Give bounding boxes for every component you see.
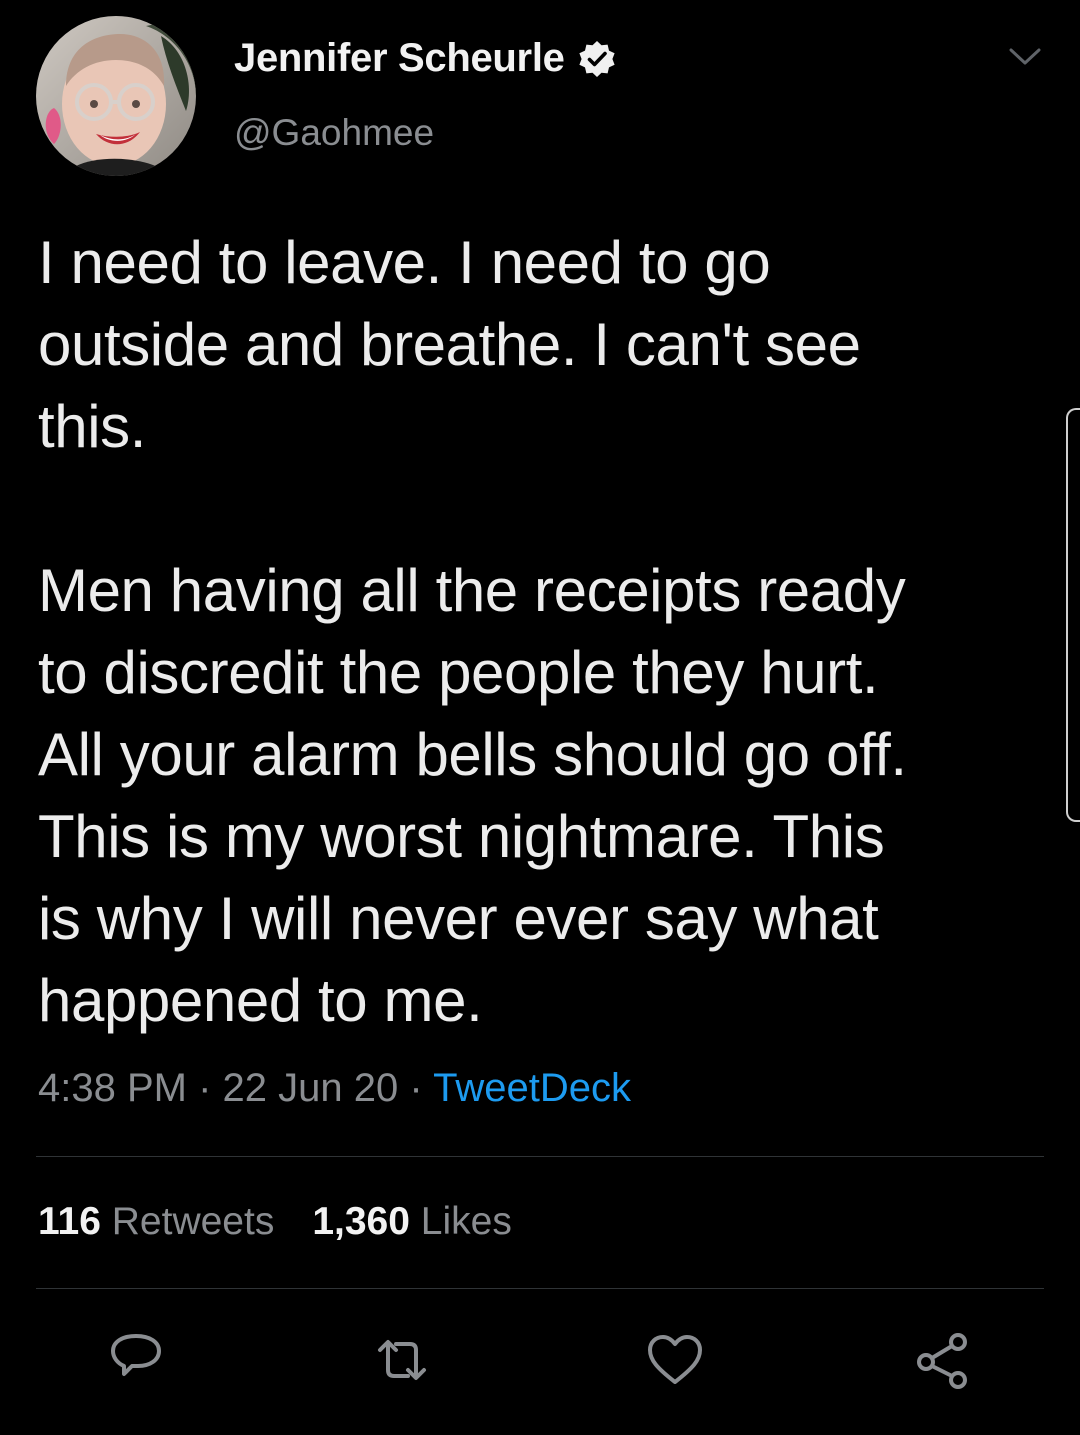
tweet-text: I need to leave. I need to go outside an… xyxy=(38,229,907,1034)
likes-label: Likes xyxy=(420,1200,512,1243)
meta-separator: · xyxy=(409,1066,423,1110)
display-name[interactable]: Jennifer Scheurle xyxy=(234,36,565,81)
likes-stat[interactable]: 1,360 Likes xyxy=(312,1200,512,1243)
chevron-down-icon[interactable] xyxy=(1008,46,1042,68)
divider xyxy=(36,1288,1044,1289)
retweets-label: Retweets xyxy=(111,1200,275,1243)
like-icon[interactable] xyxy=(645,1330,705,1390)
share-icon[interactable] xyxy=(912,1330,972,1390)
retweets-count: 116 xyxy=(38,1200,101,1243)
action-bar xyxy=(0,1330,1080,1400)
reply-icon[interactable] xyxy=(106,1330,166,1390)
verified-badge-icon xyxy=(578,40,615,77)
avatar[interactable] xyxy=(36,16,196,176)
scrollbar-thumb[interactable] xyxy=(1066,408,1080,822)
meta-separator: · xyxy=(198,1066,212,1110)
retweets-stat[interactable]: 116 Retweets xyxy=(38,1200,274,1243)
divider xyxy=(36,1156,1044,1157)
tweet-stats: 116 Retweets 1,360 Likes xyxy=(38,1200,512,1244)
user-handle[interactable]: @Gaohmee xyxy=(234,112,434,154)
name-row: Jennifer Scheurle xyxy=(234,36,617,81)
tweet-source-link[interactable]: TweetDeck xyxy=(433,1066,631,1110)
tweet-time[interactable]: 4:38 PM xyxy=(38,1066,187,1110)
likes-count: 1,360 xyxy=(312,1200,410,1243)
tweet-header: Jennifer Scheurle @Gaohmee xyxy=(36,16,1046,180)
tweet-date[interactable]: 22 Jun 20 xyxy=(223,1066,399,1110)
tweet-meta: 4:38 PM · 22 Jun 20 · TweetDeck xyxy=(38,1066,631,1111)
retweet-icon[interactable] xyxy=(372,1330,432,1390)
